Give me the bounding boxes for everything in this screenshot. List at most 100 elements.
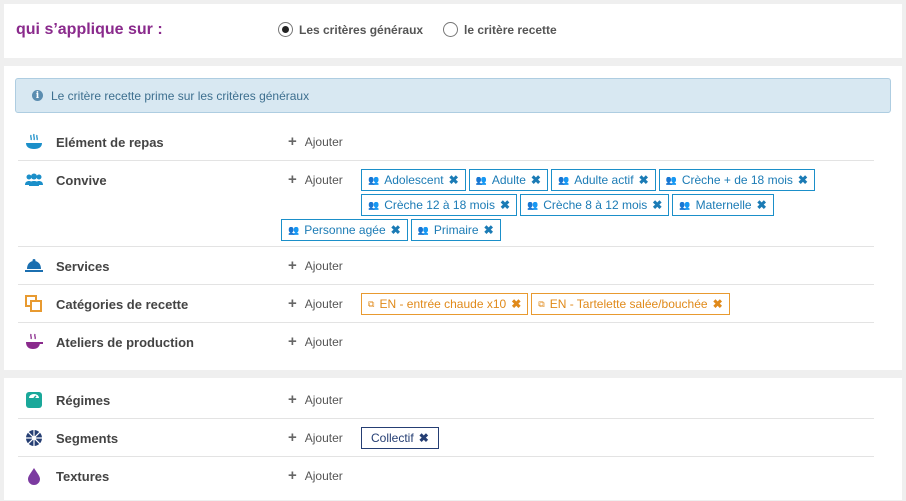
- tag-convive: 👥 Personne agée ✖: [281, 219, 408, 241]
- add-button[interactable]: + Ajouter: [288, 429, 343, 446]
- tag-label: Personne agée: [304, 223, 386, 237]
- copy-icon: [24, 295, 44, 313]
- apply-title: qui s’applique sur :: [16, 21, 163, 38]
- tag-label: Primaire: [433, 223, 479, 237]
- tag-label: EN - entrée chaude x10: [379, 297, 507, 311]
- tag-convive: 👥 Adulte actif ✖: [550, 169, 656, 191]
- add-button[interactable]: + Ajouter: [288, 391, 343, 408]
- remove-tag-icon[interactable]: ✖: [419, 431, 429, 445]
- plus-icon: +: [288, 429, 297, 446]
- criteria-panel: i Le critère recette prime sur les critè…: [4, 66, 902, 370]
- people-icon: 👥: [417, 224, 429, 235]
- add-button[interactable]: + Ajouter: [288, 295, 343, 312]
- tag-label: Crèche 12 à 18 mois: [384, 198, 495, 212]
- diet-panel: Régimes + Ajouter Segments + Ajouter Colle…: [4, 378, 902, 500]
- cooking-pot-icon: [24, 333, 44, 351]
- row-convive: Convive + Ajouter 👥 Adolescent ✖ 👥 Adulte ✖ 👥…: [18, 161, 874, 247]
- scale-icon: [24, 391, 44, 409]
- people-icon: 👥: [679, 199, 691, 210]
- add-label: Ajouter: [304, 259, 343, 273]
- add-label: Ajouter: [304, 135, 343, 149]
- row-label: Elément de repas: [56, 135, 164, 150]
- remove-tag-icon[interactable]: ✖: [757, 198, 767, 212]
- tag-label: EN - Tartelette salée/bouchée: [549, 297, 708, 311]
- copy-icon: ⧉: [368, 298, 375, 309]
- tag-convive: 👥 Crèche + de 18 mois ✖: [658, 169, 815, 191]
- add-label: Ajouter: [304, 431, 343, 445]
- tag-convive: 👥 Primaire ✖: [410, 219, 501, 241]
- people-icon: 👥: [288, 224, 300, 235]
- row-services: Services + Ajouter: [18, 247, 874, 285]
- plus-icon: +: [288, 391, 297, 408]
- tag-list: Collectif ✖: [361, 427, 881, 449]
- row-label: Segments: [56, 431, 119, 446]
- add-button[interactable]: + Ajouter: [288, 171, 343, 188]
- people-icon: 👥: [557, 174, 570, 185]
- segments-icon: [24, 429, 44, 447]
- tag-label: Crèche + de 18 mois: [681, 173, 793, 187]
- tag-label: Adolescent: [384, 173, 444, 187]
- tag-list-line3: 👥 Personne agée ✖ 👥 Primaire ✖: [281, 219, 801, 241]
- meal-element-icon: [24, 133, 44, 151]
- remove-tag-icon[interactable]: ✖: [639, 173, 649, 187]
- remove-tag-icon[interactable]: ✖: [652, 198, 662, 212]
- tag-convive: 👥 Crèche 12 à 18 mois ✖: [361, 194, 518, 216]
- plus-icon: +: [288, 295, 297, 312]
- copy-icon: ⧉: [538, 298, 545, 309]
- people-icon: 👥: [527, 199, 539, 210]
- radio-recipe-criteria[interactable]: le critère recette: [443, 22, 557, 37]
- remove-tag-icon[interactable]: ✖: [798, 173, 808, 187]
- plus-icon: +: [288, 133, 297, 150]
- row-recipe-categories: Catégories de recette + Ajouter ⧉ EN - ent…: [18, 285, 874, 323]
- info-icon: i: [32, 90, 43, 101]
- add-button[interactable]: + Ajouter: [288, 333, 343, 350]
- remove-tag-icon[interactable]: ✖: [484, 223, 494, 237]
- people-icon: 👥: [368, 199, 380, 210]
- cloche-icon: [24, 257, 44, 275]
- people-icon: [24, 171, 44, 189]
- tag-label: Maternelle: [695, 198, 752, 212]
- row-segments: Segments + Ajouter Collectif ✖: [18, 419, 874, 457]
- tag-convive: 👥 Adulte ✖: [468, 169, 548, 191]
- row-label: Ateliers de production: [56, 335, 194, 350]
- drop-icon: [24, 467, 44, 485]
- row-label: Catégories de recette: [56, 297, 189, 312]
- add-button[interactable]: + Ajouter: [288, 133, 343, 150]
- plus-icon: +: [288, 333, 297, 350]
- tag-label: Crèche 8 à 12 mois: [543, 198, 648, 212]
- radio-circle[interactable]: [443, 22, 458, 37]
- tag-convive: 👥 Adolescent ✖: [361, 169, 466, 191]
- tag-segment: Collectif ✖: [361, 427, 439, 449]
- row-label: Textures: [56, 469, 110, 484]
- tag-list-line1: 👥 Adolescent ✖ 👥 Adulte ✖ 👥 Adulte actif ✖ 👥 Cr…: [361, 169, 831, 216]
- remove-tag-icon[interactable]: ✖: [449, 173, 459, 187]
- info-alert: i Le critère recette prime sur les critè…: [15, 78, 891, 113]
- remove-tag-icon[interactable]: ✖: [531, 173, 541, 187]
- tag-list: ⧉ EN - entrée chaude x10 ✖ ⧉ EN - Tartelett…: [361, 293, 881, 315]
- add-label: Ajouter: [304, 335, 343, 349]
- plus-icon: +: [288, 171, 297, 188]
- people-icon: 👥: [665, 174, 677, 185]
- remove-tag-icon[interactable]: ✖: [713, 297, 723, 311]
- tag-category: ⧉ EN - entrée chaude x10 ✖: [361, 293, 529, 315]
- row-label: Services: [56, 259, 110, 274]
- plus-icon: +: [288, 257, 297, 274]
- apply-panel: qui s’applique sur : Les critères généra…: [4, 4, 902, 58]
- add-button[interactable]: + Ajouter: [288, 468, 343, 483]
- remove-tag-icon[interactable]: ✖: [391, 223, 401, 237]
- row-meal-element: Elément de repas + Ajouter: [18, 123, 874, 161]
- radio-general-criteria[interactable]: Les critères généraux: [278, 22, 423, 37]
- remove-tag-icon[interactable]: ✖: [500, 198, 510, 212]
- tag-label: Collectif: [371, 431, 414, 445]
- tag-label: Adulte: [491, 173, 526, 187]
- tag-category: ⧉ EN - Tartelette salée/bouchée ✖: [531, 293, 730, 315]
- people-icon: 👥: [368, 174, 380, 185]
- remove-tag-icon[interactable]: ✖: [511, 297, 521, 311]
- tag-convive: 👥 Maternelle ✖: [672, 194, 774, 216]
- add-button[interactable]: + Ajouter: [288, 257, 343, 274]
- add-label: Ajouter: [304, 297, 343, 311]
- radio-general-label: Les critères généraux: [299, 22, 424, 37]
- radio-circle-checked[interactable]: [278, 22, 293, 37]
- tag-label: Adulte actif: [574, 173, 634, 187]
- row-label: Convive: [56, 173, 107, 188]
